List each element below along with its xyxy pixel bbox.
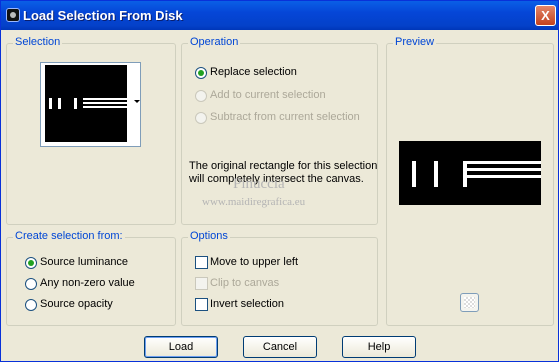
load-selection-dialog: Load Selection From Disk X Selection Ope…	[0, 0, 559, 362]
source-opacity-radio[interactable]	[25, 299, 37, 311]
clip-to-canvas-label[interactable]: Clip to canvas	[210, 277, 279, 289]
any-nonzero-label[interactable]: Any non-zero value	[40, 277, 135, 289]
add-to-selection-label[interactable]: Add to current selection	[210, 89, 326, 101]
source-opacity-label[interactable]: Source opacity	[40, 298, 113, 310]
replace-selection-label[interactable]: Replace selection	[210, 66, 297, 78]
any-nonzero-radio[interactable]	[25, 278, 37, 290]
help-button[interactable]: Help	[342, 336, 416, 358]
operation-group-label: Operation	[188, 36, 241, 48]
move-upper-left-checkbox[interactable]	[195, 256, 208, 269]
load-button[interactable]: Load	[144, 336, 218, 358]
close-button[interactable]: X	[535, 5, 556, 26]
watermark-name: Pinuccia	[233, 176, 285, 192]
create-from-group-label: Create selection from:	[13, 230, 125, 242]
selection-thumbnail	[45, 65, 127, 142]
window-title: Load Selection From Disk	[23, 8, 183, 23]
source-luminance-radio[interactable]	[25, 257, 37, 269]
cancel-button[interactable]: Cancel	[243, 336, 317, 358]
source-luminance-label[interactable]: Source luminance	[40, 256, 128, 268]
replace-selection-radio[interactable]	[195, 67, 207, 79]
subtract-selection-radio[interactable]	[195, 112, 207, 124]
preview-group-label: Preview	[393, 36, 437, 48]
subtract-selection-label[interactable]: Subtract from current selection	[210, 111, 360, 123]
dropdown-arrow-icon[interactable]	[134, 100, 140, 103]
app-icon	[6, 8, 20, 22]
selection-group-label: Selection	[13, 36, 63, 48]
invert-selection-label[interactable]: Invert selection	[210, 298, 284, 310]
add-to-selection-radio[interactable]	[195, 90, 207, 102]
transparency-toggle-button[interactable]	[460, 293, 479, 312]
title-bar: Load Selection From Disk X	[1, 1, 558, 30]
selection-preview	[399, 141, 541, 205]
options-group-label: Options	[188, 230, 230, 242]
watermark-url: www.maidiregrafica.eu	[202, 196, 306, 208]
move-upper-left-label[interactable]: Move to upper left	[210, 256, 298, 268]
invert-selection-checkbox[interactable]	[195, 298, 208, 311]
clip-to-canvas-checkbox[interactable]	[195, 277, 208, 290]
